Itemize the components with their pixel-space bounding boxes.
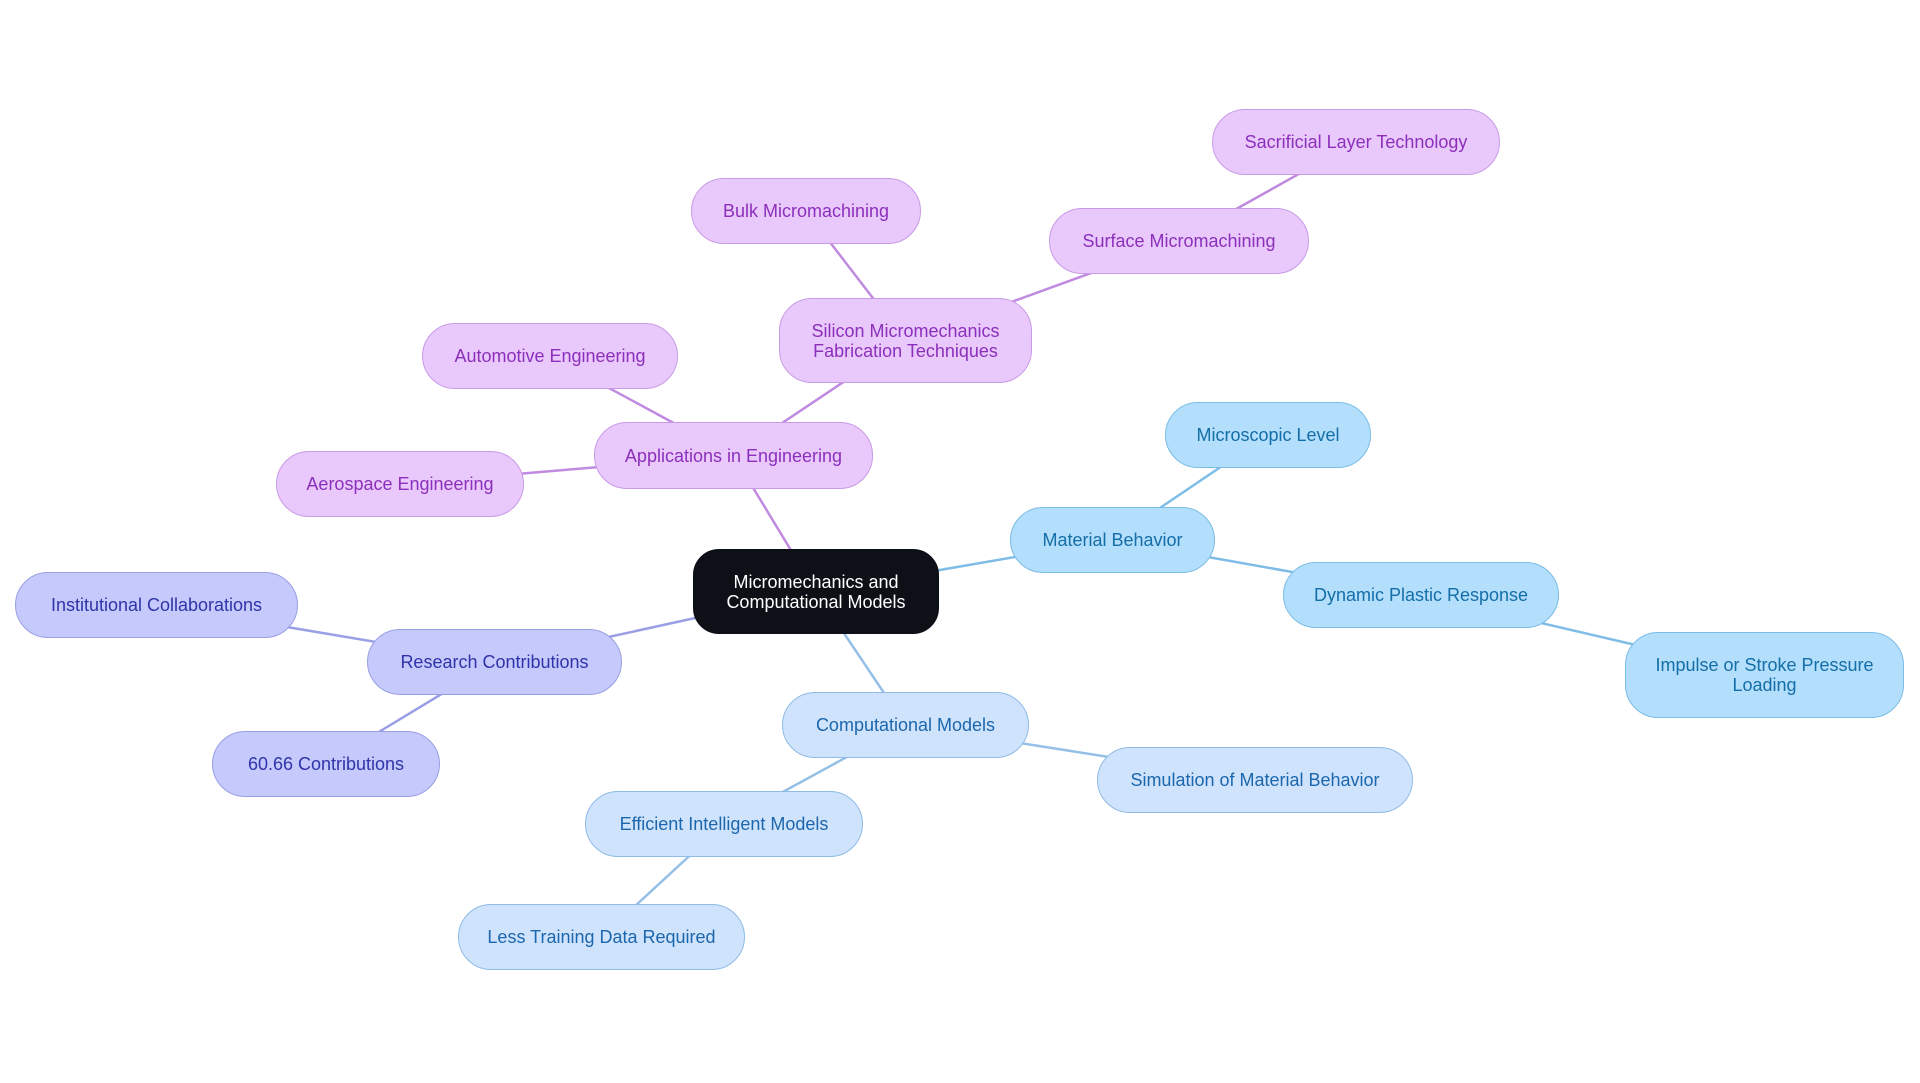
node-label: Micromechanics and Computational Models xyxy=(726,571,906,612)
node-label: Dynamic Plastic Response xyxy=(1313,585,1529,605)
node-computational-models[interactable]: Computational Models xyxy=(782,692,1029,758)
node-label: Efficient Intelligent Models xyxy=(619,814,829,834)
node-aerospace-engineering[interactable]: Aerospace Engineering xyxy=(276,451,524,517)
node-impulse-or-stroke-pressure-loading[interactable]: Impulse or Stroke Pressure Loading xyxy=(1625,632,1904,718)
node-dynamic-plastic-response[interactable]: Dynamic Plastic Response xyxy=(1283,562,1559,628)
node-efficient-intelligent-models[interactable]: Efficient Intelligent Models xyxy=(585,791,863,857)
node-label: Automotive Engineering xyxy=(454,346,646,366)
node-label: Institutional Collaborations xyxy=(50,595,263,615)
node-label: Silicon Micromechanics Fabrication Techn… xyxy=(811,320,1000,361)
mindmap-root-node[interactable]: Micromechanics and Computational Models xyxy=(693,549,939,634)
node-label: Applications in Engineering xyxy=(624,445,843,466)
mindmap-edges xyxy=(156,140,1765,938)
node-label: Sacrificial Layer Technology xyxy=(1244,132,1468,152)
node-material-behavior[interactable]: Material Behavior xyxy=(1010,507,1215,573)
node-label: Bulk Micromachining xyxy=(722,201,890,221)
node-microscopic-level[interactable]: Microscopic Level xyxy=(1165,402,1371,468)
node-60-66-contributions[interactable]: 60.66 Contributions xyxy=(212,731,440,797)
node-automotive-engineering[interactable]: Automotive Engineering xyxy=(422,323,678,389)
node-label: 60.66 Contributions xyxy=(247,754,405,774)
node-sacrificial-layer-technology[interactable]: Sacrificial Layer Technology xyxy=(1212,109,1500,175)
node-label: Surface Micromachining xyxy=(1082,231,1276,251)
node-label: Research Contributions xyxy=(400,652,589,672)
node-bulk-micromachining[interactable]: Bulk Micromachining xyxy=(691,178,921,244)
node-simulation-of-material-behavior[interactable]: Simulation of Material Behavior xyxy=(1097,747,1413,813)
node-label: Impulse or Stroke Pressure Loading xyxy=(1655,655,1874,695)
node-research-contributions[interactable]: Research Contributions xyxy=(367,629,622,695)
node-label: Simulation of Material Behavior xyxy=(1130,770,1380,790)
node-applications-in-engineering[interactable]: Applications in Engineering xyxy=(594,422,873,489)
node-label: Less Training Data Required xyxy=(487,927,716,947)
node-institutional-collaborations[interactable]: Institutional Collaborations xyxy=(15,572,298,638)
node-less-training-data-required[interactable]: Less Training Data Required xyxy=(458,904,745,970)
node-silicon-micromechanics[interactable]: Silicon Micromechanics Fabrication Techn… xyxy=(779,298,1032,383)
node-label: Material Behavior xyxy=(1042,530,1183,550)
node-label: Aerospace Engineering xyxy=(306,474,494,494)
node-surface-micromachining[interactable]: Surface Micromachining xyxy=(1049,208,1309,274)
node-label: Microscopic Level xyxy=(1196,425,1340,445)
node-label: Computational Models xyxy=(815,715,996,735)
